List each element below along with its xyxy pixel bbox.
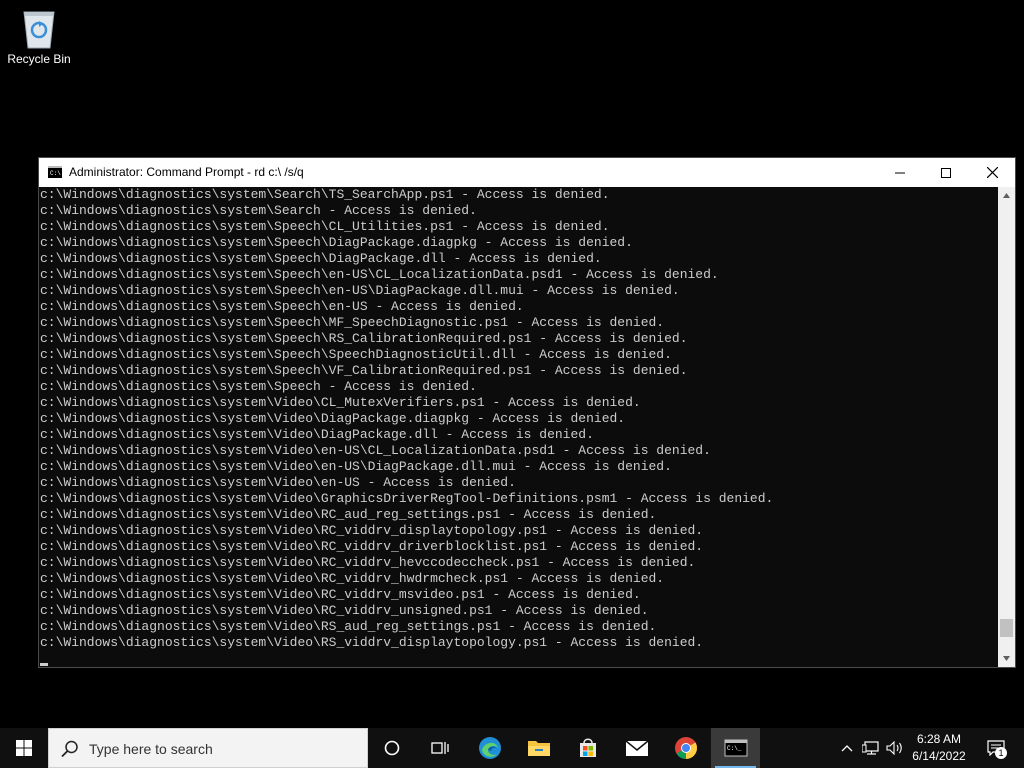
console-line: c:\Windows\diagnostics\system\Speech\Dia… — [40, 235, 633, 250]
network-icon — [862, 741, 879, 755]
task-view-button[interactable] — [416, 728, 464, 768]
console-line: c:\Windows\diagnostics\system\Video\RC_v… — [40, 523, 704, 538]
mail-taskbar-button[interactable] — [613, 728, 661, 768]
cmd-taskbar-button[interactable]: C:\_ — [711, 728, 760, 768]
notification-badge: 1 — [995, 747, 1007, 759]
desktop-icon-recycle-bin[interactable]: Recycle Bin — [4, 6, 74, 76]
store-icon — [580, 738, 596, 757]
cortana-icon — [384, 740, 400, 756]
clock-date: 6/14/2022 — [912, 749, 966, 763]
arrow-up-icon — [1003, 193, 1010, 198]
cmd-icon: C:\_ — [724, 739, 747, 757]
console-line: c:\Windows\diagnostics\system\Video\RC_v… — [40, 539, 704, 554]
console-line: c:\Windows\diagnostics\system\Video\RC_v… — [40, 603, 649, 618]
console-line: c:\Windows\diagnostics\system\Video\RS_v… — [40, 635, 704, 650]
show-hidden-icons-button[interactable] — [836, 728, 858, 768]
scroll-down-button[interactable] — [998, 650, 1015, 667]
vertical-scrollbar[interactable] — [998, 187, 1015, 667]
arrow-down-icon — [1003, 656, 1010, 661]
svg-text:C:\_: C:\_ — [727, 745, 742, 752]
console-line: c:\Windows\diagnostics\system\Video\en-U… — [40, 443, 711, 458]
console-line: c:\Windows\diagnostics\system\Video\Grap… — [40, 491, 774, 506]
file-explorer-icon — [528, 741, 550, 756]
console-line: c:\Windows\diagnostics\system\Video\en-U… — [40, 475, 516, 490]
recycle-bin-icon — [23, 11, 55, 49]
taskbar-clock[interactable]: 6:28 AM 6/14/2022 — [904, 731, 974, 765]
console-line: c:\Windows\diagnostics\system\Video\Diag… — [40, 427, 594, 442]
console-line: c:\Windows\diagnostics\system\Speech\CL_… — [40, 219, 610, 234]
volume-tray-button[interactable] — [884, 728, 906, 768]
chrome-taskbar-button[interactable] — [662, 728, 710, 768]
taskbar-search-box[interactable]: Type here to search — [48, 728, 368, 768]
console-line: c:\Windows\diagnostics\system\Speech\en-… — [40, 283, 680, 298]
console-line: c:\Windows\diagnostics\system\Video\Diag… — [40, 411, 626, 426]
console-line: c:\Windows\diagnostics\system\Search - A… — [40, 203, 477, 218]
console-line: c:\Windows\diagnostics\system\Video\CL_M… — [40, 395, 641, 410]
window-titlebar[interactable]: C:\ Administrator: Command Prompt - rd c… — [39, 158, 1015, 187]
console-line: c:\Windows\diagnostics\system\Speech - A… — [40, 379, 477, 394]
chrome-icon — [675, 737, 697, 759]
volume-icon — [886, 741, 902, 755]
search-placeholder: Type here to search — [89, 741, 213, 757]
chevron-up-icon — [841, 745, 853, 752]
window-title: Administrator: Command Prompt - rd c:\ /… — [69, 165, 304, 179]
svg-text:C:\: C:\ — [50, 170, 61, 177]
text-cursor — [40, 663, 48, 666]
scroll-up-button[interactable] — [998, 187, 1015, 204]
clock-time: 6:28 AM — [916, 732, 962, 746]
edge-taskbar-button[interactable] — [466, 728, 514, 768]
cortana-button[interactable] — [368, 728, 416, 768]
mail-icon — [625, 740, 649, 756]
console-line: c:\Windows\diagnostics\system\Speech\RS_… — [40, 331, 688, 346]
taskbar: Type here to search C:\_ 6:28 AM 6/14/20… — [0, 728, 1024, 768]
maximize-icon — [941, 167, 951, 178]
file-explorer-taskbar-button[interactable] — [515, 728, 563, 768]
console-lines: c:\Windows\diagnostics\system\Search\TS_… — [39, 187, 998, 651]
console-line: c:\Windows\diagnostics\system\Speech\en-… — [40, 299, 524, 314]
cmd-icon: C:\ — [48, 166, 62, 178]
maximize-button[interactable] — [923, 158, 969, 187]
console-line: c:\Windows\diagnostics\system\Speech\VF_… — [40, 363, 688, 378]
console-line: c:\Windows\diagnostics\system\Video\RC_v… — [40, 571, 665, 586]
store-taskbar-button[interactable] — [564, 728, 612, 768]
network-tray-button[interactable] — [860, 728, 882, 768]
console-line: c:\Windows\diagnostics\system\Speech\en-… — [40, 267, 719, 282]
console-line: c:\Windows\diagnostics\system\Speech\MF_… — [40, 315, 665, 330]
console-line: c:\Windows\diagnostics\system\Video\en-U… — [40, 459, 672, 474]
console-output[interactable]: c:\Windows\diagnostics\system\Search\TS_… — [39, 187, 998, 667]
console-line: c:\Windows\diagnostics\system\Video\RC_a… — [40, 507, 657, 522]
close-button[interactable] — [969, 158, 1015, 187]
minimize-icon — [895, 172, 905, 173]
close-icon — [986, 167, 998, 178]
minimize-button[interactable] — [877, 158, 923, 187]
task-view-icon — [431, 742, 449, 754]
search-icon — [61, 740, 78, 758]
command-prompt-window: C:\ Administrator: Command Prompt - rd c… — [38, 157, 1016, 668]
console-line: c:\Windows\diagnostics\system\Search\TS_… — [40, 187, 610, 202]
action-center-button[interactable]: 1 — [980, 728, 1012, 768]
console-line: c:\Windows\diagnostics\system\Video\RS_a… — [40, 619, 657, 634]
edge-icon — [479, 737, 501, 759]
console-line: c:\Windows\diagnostics\system\Video\RC_v… — [40, 555, 696, 570]
console-line: c:\Windows\diagnostics\system\Speech\Dia… — [40, 251, 602, 266]
start-button[interactable] — [0, 728, 48, 768]
recycle-bin-label: Recycle Bin — [7, 52, 71, 66]
scrollbar-thumb[interactable] — [1000, 619, 1013, 638]
windows-logo-icon — [16, 740, 32, 756]
console-line: c:\Windows\diagnostics\system\Video\RC_v… — [40, 587, 641, 602]
console-line: c:\Windows\diagnostics\system\Speech\Spe… — [40, 347, 672, 362]
